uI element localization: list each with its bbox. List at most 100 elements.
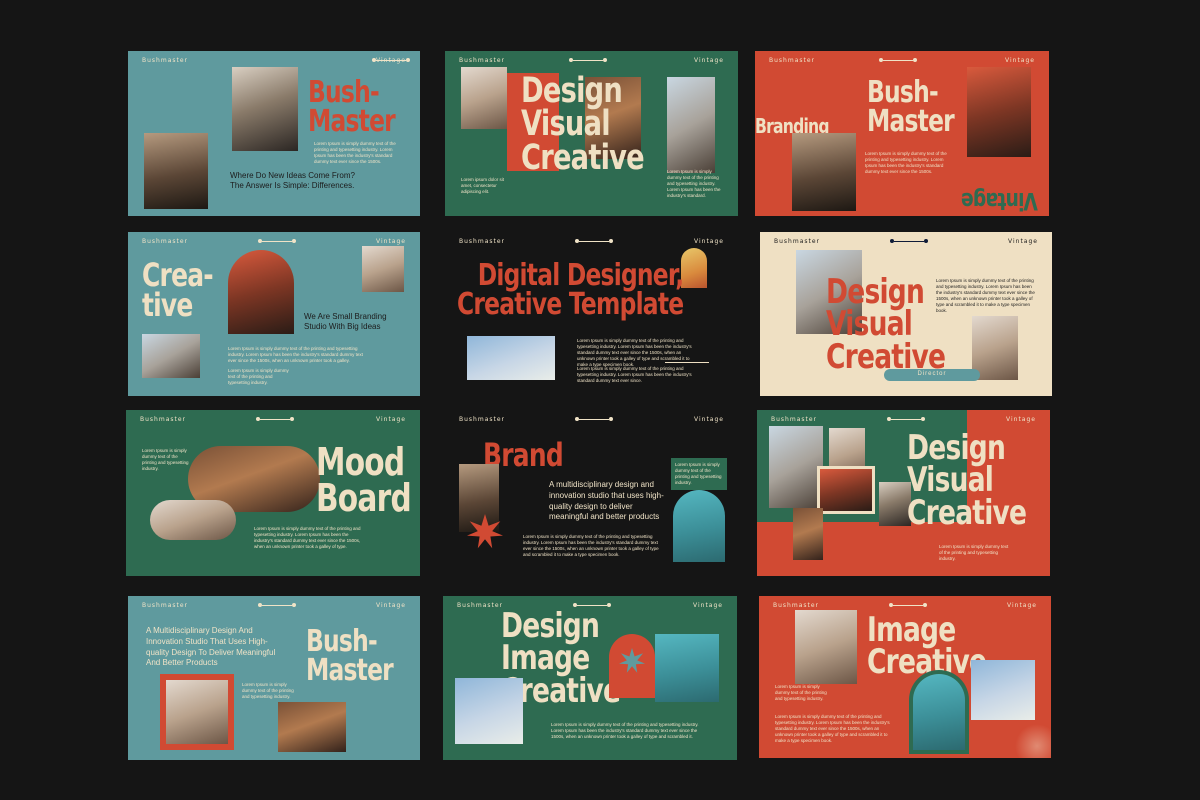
tag-label: Vintage [1008, 238, 1038, 245]
photo-arch [228, 250, 294, 334]
photo [971, 660, 1035, 720]
slide-9[interactable]: Bushmaster Vintage Design Visual Creativ… [757, 410, 1050, 576]
photo-arch [681, 248, 707, 288]
tag-label: Vintage [376, 57, 406, 64]
tagline: Where Do New Ideas Come From? The Answer… [230, 171, 355, 191]
photo [467, 336, 555, 380]
photo [817, 466, 875, 514]
photo [461, 67, 507, 129]
slide-3[interactable]: Bushmaster Vintage Branding Bush- Master… [755, 51, 1049, 216]
nav-dots [890, 239, 928, 243]
divider [665, 362, 709, 363]
body-text: Lorem Ipsum is simply dummy text of the … [314, 141, 396, 165]
body-text: Lorem Ipsum is simply dummy text of the … [142, 448, 189, 472]
photo [793, 508, 823, 560]
body-text: Lorem Ipsum is simply dummy text of the … [865, 151, 947, 175]
photo [166, 680, 228, 744]
photo [278, 702, 346, 752]
tag-label: Vintage [376, 602, 406, 609]
nav-dots [889, 603, 927, 607]
photo [455, 678, 523, 744]
slide-title: Design Visual Creative [907, 428, 1027, 533]
body-text-2: Lorem Ipsum is simply dummy text of the … [254, 526, 361, 550]
nav-dots [258, 239, 296, 243]
slide-title: Bush- Master [867, 75, 955, 139]
tag-label: Vintage [1006, 416, 1036, 423]
photo [972, 316, 1018, 380]
tagline: We Are Small Branding Studio With Big Id… [304, 312, 387, 332]
body-text: Lorem Ipsum is simply dummy text of the … [551, 722, 699, 740]
photo [142, 334, 200, 378]
role-badge: Director [884, 369, 980, 381]
tag-label: Vintage [694, 238, 724, 245]
photo [769, 426, 823, 508]
brand-label: Bushmaster [771, 416, 818, 423]
body-text-2: Lorem Ipsum is simply dummy text of the … [228, 368, 289, 386]
box-text: Lorem Ipsum is simply dummy text of the … [675, 462, 722, 486]
slide-7[interactable]: Bushmaster Vintage Lorem Ipsum is simply… [126, 410, 420, 576]
slide-title: Image Creative [867, 610, 987, 683]
star-icon [619, 648, 645, 673]
photo [655, 634, 719, 702]
slide-title: Digital Designer, Creative Template [457, 258, 684, 322]
slide-title: Design Visual Creative [521, 71, 645, 178]
brand-label: Bushmaster [457, 602, 504, 609]
slide-title: Bush- Master [308, 75, 396, 139]
slide-title: Mood Board [316, 440, 412, 521]
nav-dots [887, 417, 925, 421]
body-text: Lorem Ipsum is simply dummy text of the … [939, 544, 1009, 562]
nav-dots [879, 58, 917, 62]
photo-arch [913, 674, 965, 750]
body-text: Lorem Ipsum is simply dummy text of the … [775, 684, 827, 702]
brand-label: Bushmaster [142, 602, 189, 609]
body-text: Lorem Ipsum is simply dummy text of the … [667, 169, 721, 199]
brand-label: Bushmaster [140, 416, 187, 423]
body-text: Lorem Ipsum is simply dummy text of the … [936, 278, 1035, 314]
body-text: Lorem Ipsum is simply dummy text of the … [242, 682, 294, 700]
tag-label: Vintage [376, 238, 406, 245]
slide-5[interactable]: Bushmaster Vintage Digital Designer, Cre… [445, 232, 738, 396]
tag-label: Vintage [694, 57, 724, 64]
slide-10[interactable]: Bushmaster Vintage A Multidisciplinary D… [128, 596, 420, 760]
photo-arch [673, 490, 725, 562]
photo [667, 77, 715, 173]
slide-11[interactable]: Bushmaster Vintage Design Image Creative… [443, 596, 737, 760]
tagline: A multidisciplinary design and innovatio… [549, 480, 664, 522]
brand-label: Bushmaster [774, 238, 821, 245]
slide-title: Crea- tive [142, 256, 214, 325]
tag-label: Vintage [1007, 602, 1037, 609]
photo [792, 133, 856, 211]
body-text: Lorem Ipsum is simply dummy text of the … [523, 534, 659, 558]
nav-dots [569, 58, 607, 62]
body-text: Lorem Ipsum is simply dummy text of the … [228, 346, 363, 364]
slide-1[interactable]: Bushmaster Vintage Bush- Master Lorem Ip… [128, 51, 420, 216]
brand-label: Bushmaster [773, 602, 820, 609]
brand-label: Bushmaster [459, 57, 506, 64]
photo [232, 67, 298, 151]
photo [362, 246, 404, 292]
brand-label: Bushmaster [142, 57, 189, 64]
body-text: Lorem Ipsum is simply dummy text of the … [577, 338, 692, 368]
tag-label: Vintage [376, 416, 406, 423]
tag-label: Vintage [694, 416, 724, 423]
photo [967, 67, 1031, 157]
slide-6[interactable]: Bushmaster Vintage Design Visual Creativ… [760, 232, 1052, 396]
brand-label: Bushmaster [142, 238, 189, 245]
slide-8[interactable]: Bushmaster Vintage Brand A multidiscipli… [445, 410, 738, 576]
photo-pill [150, 500, 236, 540]
photo [144, 133, 208, 209]
vintage-word: Vintage [961, 186, 1038, 215]
body-text-2: Lorem Ipsum is simply dummy text of the … [577, 366, 692, 384]
tagline: A Multidisciplinary Design And Innovatio… [146, 626, 276, 668]
brand-label: Bushmaster [459, 238, 506, 245]
slide-12[interactable]: Bushmaster Vintage Image Creative Lorem … [759, 596, 1051, 758]
nav-dots [258, 603, 296, 607]
brand-label: Bushmaster [459, 416, 506, 423]
brand-label: Bushmaster [769, 57, 816, 64]
slide-2[interactable]: Bushmaster Vintage Design Visual Creativ… [445, 51, 738, 216]
blob-decoration [1015, 724, 1051, 758]
slide-4[interactable]: Bushmaster Vintage Crea- tive We Are Sma… [128, 232, 420, 396]
star-icon [467, 514, 503, 549]
tag-label: Vintage [693, 602, 723, 609]
body-text-2: Lorem Ipsum is simply dummy text of the … [775, 714, 890, 744]
